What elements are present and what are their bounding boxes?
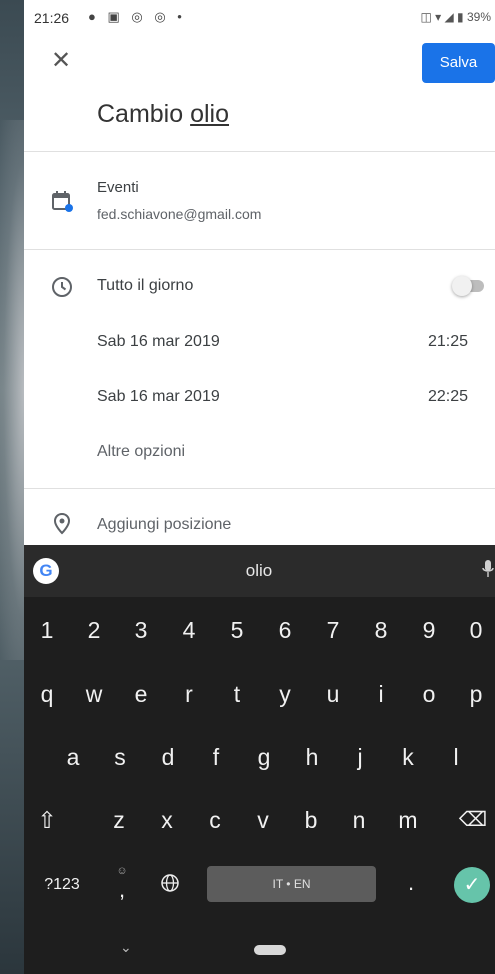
- start-time[interactable]: 21:25: [428, 333, 468, 351]
- mic-icon[interactable]: [482, 559, 494, 584]
- key-5[interactable]: 5: [217, 617, 257, 644]
- status-bar: 21:26 ● ▣ ◎ ◎ • ◫ ▾ ◢ ▮ 39%: [24, 0, 495, 36]
- key-l[interactable]: l: [436, 744, 476, 771]
- key-d[interactable]: d: [148, 744, 188, 771]
- calendar-account[interactable]: fed.schiavone@gmail.com: [97, 206, 261, 222]
- clock-icon: [52, 277, 72, 297]
- status-time: 21:26: [34, 10, 70, 26]
- save-button[interactable]: Salva: [422, 43, 495, 83]
- key-o[interactable]: o: [409, 681, 449, 708]
- toggle-knob: [452, 276, 472, 296]
- hide-keyboard-chevron-icon[interactable]: ⌄: [120, 939, 132, 956]
- key-m[interactable]: m: [388, 807, 428, 834]
- start-date[interactable]: Sab 16 mar 2019: [97, 333, 220, 351]
- event-title-composing-word: olio: [190, 100, 230, 128]
- system-status-icons: ◫ ▾ ◢ ▮ 39%: [420, 10, 491, 24]
- background-left-glow: [0, 120, 24, 660]
- key-2[interactable]: 2: [74, 617, 114, 644]
- notification-icons: ● ▣ ◎ ◎ •: [88, 9, 186, 24]
- divider: [24, 249, 495, 250]
- key-f[interactable]: f: [196, 744, 236, 771]
- suggestion-bar: G olio: [24, 545, 495, 597]
- navigation-bar: ⌄: [24, 937, 495, 974]
- key-6[interactable]: 6: [265, 617, 305, 644]
- key-q[interactable]: q: [27, 681, 67, 708]
- key-z[interactable]: z: [99, 807, 139, 834]
- key-e[interactable]: e: [121, 681, 161, 708]
- key-t[interactable]: t: [217, 681, 257, 708]
- backspace-icon[interactable]: ⌫: [453, 807, 493, 832]
- location-pin-icon: [53, 512, 71, 535]
- key-8[interactable]: 8: [361, 617, 401, 644]
- key-k[interactable]: k: [388, 744, 428, 771]
- close-icon[interactable]: ✕: [48, 48, 74, 74]
- key-i[interactable]: i: [361, 681, 401, 708]
- key-a[interactable]: a: [53, 744, 93, 771]
- event-title-text: Cambio: [97, 100, 191, 128]
- suggestion-word[interactable]: olio: [229, 561, 289, 581]
- home-pill[interactable]: [254, 945, 286, 955]
- comma-key[interactable]: ,: [102, 877, 142, 903]
- calendar-name[interactable]: Eventi: [97, 179, 139, 196]
- spacebar[interactable]: IT • EN: [207, 866, 376, 902]
- key-s[interactable]: s: [100, 744, 140, 771]
- add-location-field[interactable]: Aggiungi posizione: [97, 516, 231, 534]
- divider: [24, 488, 495, 489]
- key-r[interactable]: r: [169, 681, 209, 708]
- shift-icon[interactable]: ⇧: [27, 807, 67, 834]
- phone-screen: 21:26 ● ▣ ◎ ◎ • ◫ ▾ ◢ ▮ 39% ✕ Salva Camb…: [24, 0, 495, 974]
- key-y[interactable]: y: [265, 681, 305, 708]
- key-n[interactable]: n: [339, 807, 379, 834]
- divider: [24, 151, 495, 152]
- all-day-label: Tutto il giorno: [97, 277, 194, 294]
- emoji-hint-icon: ☺: [116, 865, 128, 877]
- keyboard: G olio 1 2 3 4 5 6 7 8 9 0 q w e r t y u…: [24, 545, 495, 974]
- key-4[interactable]: 4: [169, 617, 209, 644]
- key-x[interactable]: x: [147, 807, 187, 834]
- key-9[interactable]: 9: [409, 617, 449, 644]
- all-day-toggle[interactable]: [452, 276, 486, 296]
- mic-glyph: [482, 560, 494, 577]
- key-7[interactable]: 7: [313, 617, 353, 644]
- key-0[interactable]: 0: [456, 617, 495, 644]
- symbols-key[interactable]: ?123: [36, 876, 88, 894]
- key-w[interactable]: w: [74, 681, 114, 708]
- calendar-icon: [52, 191, 73, 212]
- period-key[interactable]: .: [391, 870, 431, 896]
- more-options-link[interactable]: Altre opzioni: [97, 443, 185, 461]
- key-h[interactable]: h: [292, 744, 332, 771]
- key-3[interactable]: 3: [121, 617, 161, 644]
- key-j[interactable]: j: [340, 744, 380, 771]
- globe-glyph: [161, 874, 179, 892]
- key-u[interactable]: u: [313, 681, 353, 708]
- key-1[interactable]: 1: [27, 617, 67, 644]
- event-title-input[interactable]: Cambio olio: [97, 100, 229, 129]
- key-p[interactable]: p: [456, 681, 495, 708]
- key-g[interactable]: g: [244, 744, 284, 771]
- enter-check-icon[interactable]: ✓: [454, 867, 490, 903]
- key-v[interactable]: v: [243, 807, 283, 834]
- end-date[interactable]: Sab 16 mar 2019: [97, 388, 220, 406]
- key-c[interactable]: c: [195, 807, 235, 834]
- globe-icon[interactable]: [150, 873, 190, 898]
- google-icon[interactable]: G: [33, 558, 59, 584]
- end-time[interactable]: 22:25: [428, 388, 468, 406]
- key-b[interactable]: b: [291, 807, 331, 834]
